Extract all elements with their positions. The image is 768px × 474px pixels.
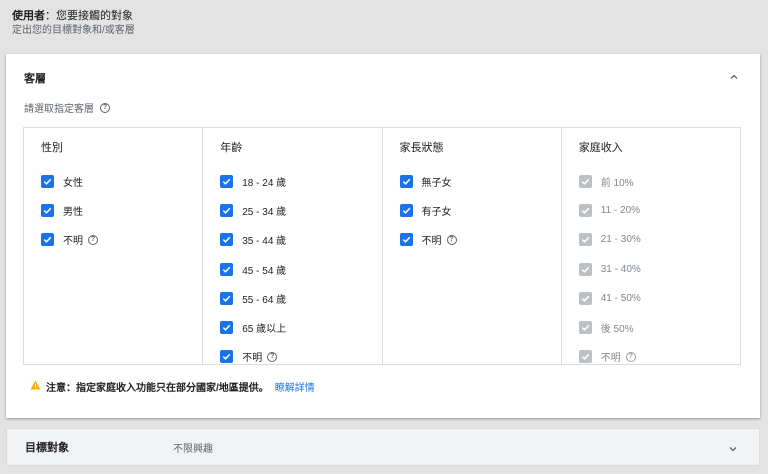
option-label: 65 歲以上 xyxy=(242,324,287,336)
checkbox[interactable] xyxy=(41,175,54,189)
learn-more-link[interactable]: 瞭解詳情 xyxy=(275,379,315,394)
section-subtitle: 定出您的目標對象和/或客層 xyxy=(12,25,135,36)
checkbox[interactable] xyxy=(220,204,234,218)
demographic-option[interactable]: 女性 xyxy=(41,167,202,196)
section-title: 使用者：您要接觸的對象 xyxy=(12,9,756,23)
demographic-option[interactable]: 有子女 xyxy=(399,196,561,225)
demographic-option[interactable]: 無子女 xyxy=(399,167,561,196)
option-label: 21 - 30% xyxy=(600,234,641,246)
demographic-option[interactable]: 65 歲以上 xyxy=(220,313,381,342)
option-label: 45 - 54 歲 xyxy=(242,265,287,277)
section-title-rest: ：您要接觸的對象 xyxy=(45,10,133,22)
demographic-column: 性別女性男性不明? xyxy=(24,128,204,364)
demographic-column: 年齡 18 - 24 歲 25 - 34 歲 35 - 44 歲 45 - 54 歲 55… xyxy=(203,128,383,364)
demographic-option[interactable]: 18 - 24 歲 xyxy=(220,167,381,196)
demographics-title: 客層 xyxy=(24,73,46,85)
option-label: 11 - 20% xyxy=(600,205,641,217)
checkbox xyxy=(578,233,592,247)
checkbox xyxy=(578,321,592,335)
checkbox[interactable] xyxy=(399,233,413,247)
help-circle-icon[interactable]: ? xyxy=(100,102,110,113)
option-label: 不明 xyxy=(242,353,263,365)
checkbox xyxy=(578,350,592,364)
column-header: 家長狀態 xyxy=(399,142,444,154)
chevron-up-icon[interactable] xyxy=(728,70,740,82)
checkbox[interactable] xyxy=(220,175,234,189)
targeting-value: 不限興趣 xyxy=(173,443,213,455)
targeting-row[interactable]: 目標對象 不限興趣 xyxy=(6,428,760,466)
option-label: 女性 xyxy=(63,178,83,190)
demographic-option: 21 - 30% xyxy=(578,225,740,254)
targeting-label: 目標對象 xyxy=(25,442,69,454)
warning-triangle-icon xyxy=(30,380,41,393)
checkbox xyxy=(578,204,592,218)
checkbox[interactable] xyxy=(220,291,234,305)
section-header: 使用者：您要接觸的對象 定出您的目標對象和/或客層 xyxy=(0,0,768,48)
demographic-option: 41 - 50% xyxy=(578,284,740,313)
option-label: 25 - 34 歲 xyxy=(242,207,287,219)
option-label: 有子女 xyxy=(421,207,452,219)
demographic-option[interactable]: 不明? xyxy=(41,225,202,254)
demographic-option[interactable]: 不明? xyxy=(399,225,561,254)
checkbox xyxy=(578,291,592,305)
column-header: 年齡 xyxy=(220,142,243,154)
demographic-column: 家長狀態無子女有子女不明? xyxy=(383,128,562,364)
demographic-option: 31 - 40% xyxy=(578,255,740,284)
demographic-column: 家庭收入前 10% 11 - 20% 21 - 30% 31 - 40% 41 - 50… xyxy=(562,128,740,364)
help-circle-icon[interactable]: ? xyxy=(267,351,278,362)
income-note-text: 注意：指定家庭收入功能只在部分國家/地區提供。 xyxy=(46,383,269,394)
demographic-option[interactable]: 35 - 44 歲 xyxy=(220,225,381,254)
option-label: 18 - 24 歲 xyxy=(242,178,287,190)
help-circle-icon[interactable]: ? xyxy=(446,234,457,245)
column-header: 家庭收入 xyxy=(578,142,623,154)
demographic-option: 後 50% xyxy=(578,313,740,342)
option-label: 不明 xyxy=(600,353,621,365)
checkbox[interactable] xyxy=(399,204,413,218)
option-label: 35 - 44 歲 xyxy=(242,236,287,248)
income-note: 注意：指定家庭收入功能只在部分國家/地區提供。 瞭解詳情 xyxy=(30,379,315,394)
checkbox[interactable] xyxy=(399,175,413,189)
option-label: 後 50% xyxy=(600,324,634,336)
help-circle-icon[interactable]: ? xyxy=(88,234,98,245)
demographic-option[interactable]: 不明? xyxy=(220,342,381,371)
section-title-bold: 使用者 xyxy=(12,10,45,22)
demographics-card: 客層 請選取指定客層 ? 性別女性男性不明? 年齡 18 - 24 歲 25 - 34… xyxy=(6,54,760,418)
option-label: 31 - 40% xyxy=(600,263,641,275)
option-label: 無子女 xyxy=(421,178,452,190)
checkbox xyxy=(578,175,592,189)
demographic-option[interactable]: 55 - 64 歲 xyxy=(220,284,381,313)
help-circle-icon[interactable]: ? xyxy=(625,351,636,362)
demographics-help-line: 請選取指定客層 ? xyxy=(24,100,110,115)
demographic-option[interactable]: 45 - 54 歲 xyxy=(220,255,381,284)
checkbox[interactable] xyxy=(220,233,234,247)
option-label: 男性 xyxy=(63,207,83,219)
demographics-grid: 性別女性男性不明? 年齡 18 - 24 歲 25 - 34 歲 35 - 44 歲 45… xyxy=(23,127,741,365)
demographic-option[interactable]: 男性 xyxy=(41,196,202,225)
demographic-option: 11 - 20% xyxy=(578,196,740,225)
column-header: 性別 xyxy=(41,142,63,154)
demographic-option: 不明? xyxy=(578,342,740,371)
option-label: 41 - 50% xyxy=(600,292,641,304)
chevron-down-icon[interactable] xyxy=(727,442,739,454)
checkbox[interactable] xyxy=(41,233,54,247)
demographics-help-text: 請選取指定客層 xyxy=(24,104,94,115)
option-label: 不明 xyxy=(421,236,442,248)
checkbox[interactable] xyxy=(220,262,234,276)
checkbox[interactable] xyxy=(220,321,234,335)
checkbox xyxy=(578,262,592,276)
option-label: 前 10% xyxy=(600,178,634,190)
option-label: 55 - 64 歲 xyxy=(242,294,287,306)
checkbox[interactable] xyxy=(220,350,234,364)
checkbox[interactable] xyxy=(41,204,54,218)
option-label: 不明 xyxy=(63,236,83,248)
demographic-option: 前 10% xyxy=(578,167,740,196)
demographic-option[interactable]: 25 - 34 歲 xyxy=(220,196,381,225)
